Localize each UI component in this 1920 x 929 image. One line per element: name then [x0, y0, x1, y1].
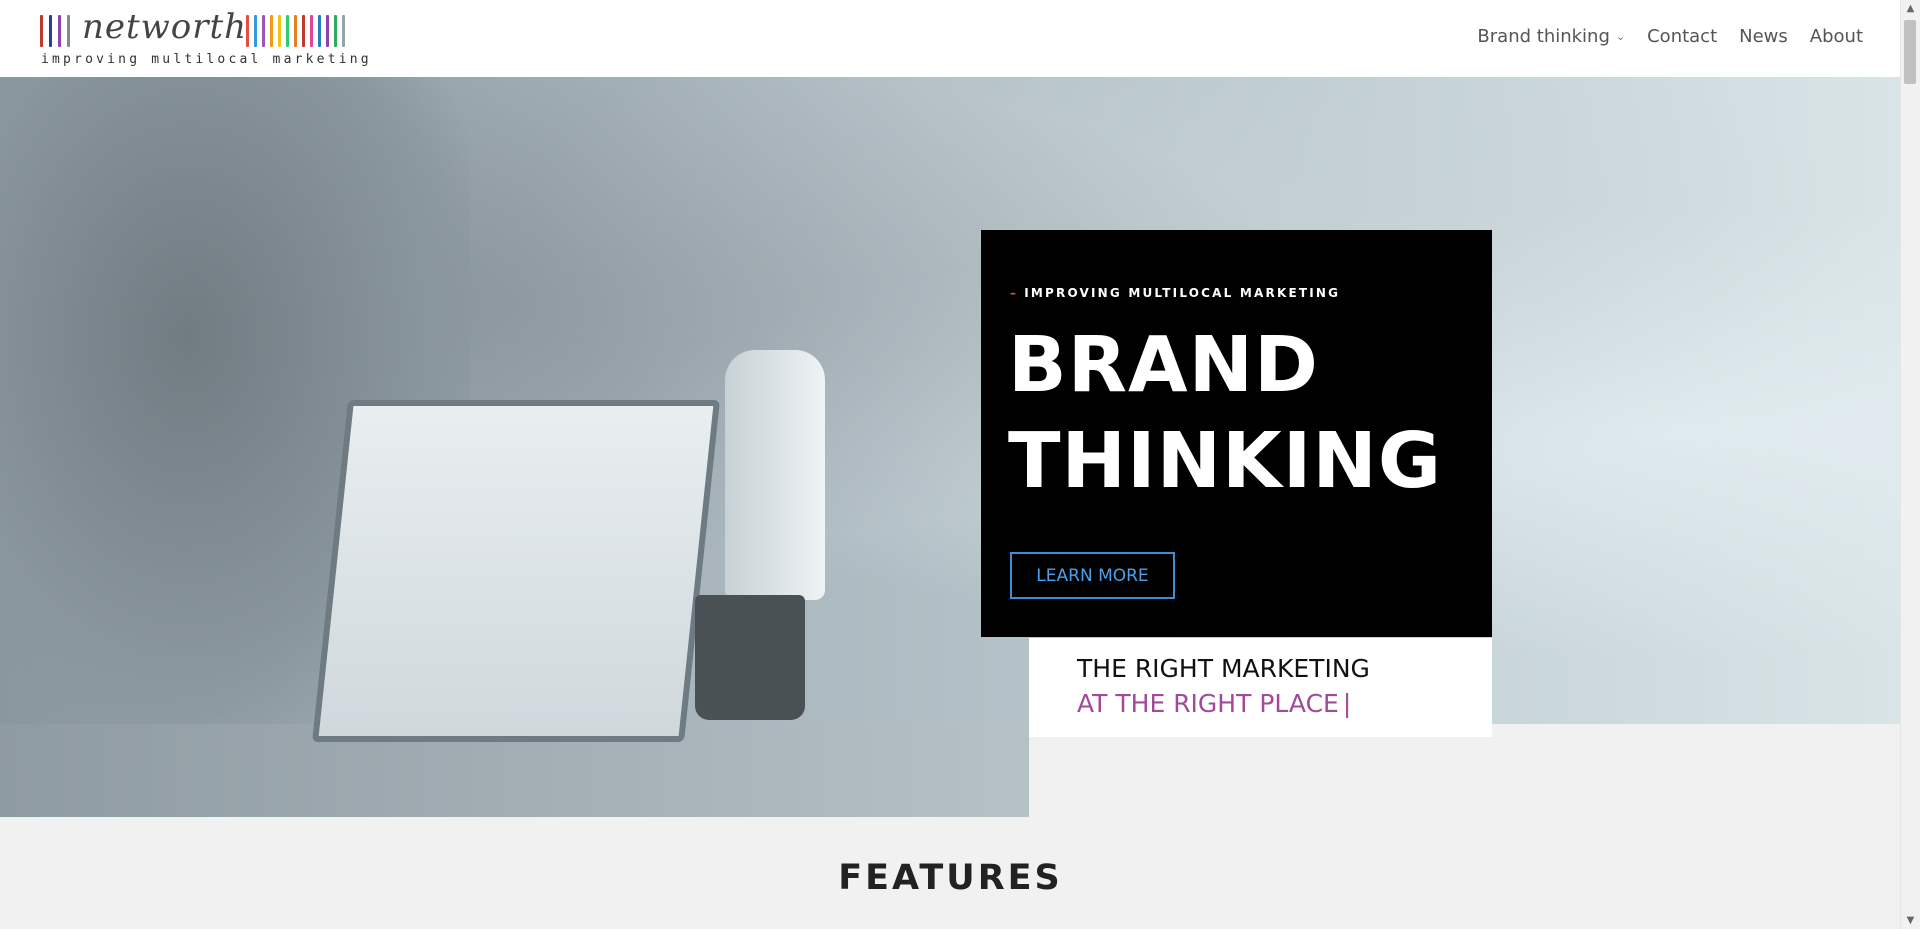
tagline-box: THE RIGHT MARKETING AT THE RIGHT PLACE | [1029, 638, 1492, 737]
logo-bar [326, 15, 329, 47]
logo-bar [278, 15, 281, 47]
tagline-line2-text: AT THE RIGHT PLACE [1077, 689, 1339, 718]
tagline-line1: THE RIGHT MARKETING [1077, 654, 1370, 683]
hero-laptop-image [312, 400, 720, 742]
logo-bar [286, 15, 289, 47]
site-header: networth improving multilocal marketing … [0, 0, 1901, 78]
nav-brand-thinking-label: Brand thinking [1477, 26, 1610, 47]
logo-bar [58, 15, 61, 47]
nav-contact[interactable]: Contact [1647, 26, 1717, 47]
chevron-down-icon: ⌄ [1615, 30, 1626, 43]
logo-bar [262, 15, 265, 47]
logo-bar [67, 15, 70, 47]
hero-card: – IMPROVING MULTILOCAL MARKETING BRAND TH… [981, 230, 1492, 637]
logo-bar [40, 15, 43, 47]
page-scrollbar[interactable]: ▲ ▼ [1900, 0, 1920, 929]
hero-title: BRAND THINKING [1008, 318, 1478, 510]
logo-bar [294, 15, 297, 47]
nav-news[interactable]: News [1739, 26, 1788, 47]
logo-bar [342, 15, 345, 47]
logo-bar [254, 15, 257, 47]
nav-brand-thinking[interactable]: Brand thinking ⌄ [1477, 26, 1625, 47]
main-nav: Brand thinking ⌄ Contact News About [1477, 26, 1863, 47]
hero-eyebrow-text: IMPROVING MULTILOCAL MARKETING [1024, 286, 1341, 300]
logo-tagline: improving multilocal marketing [41, 52, 372, 67]
scrollbar-thumb[interactable] [1904, 20, 1916, 84]
hero-title-line1: BRAND [1008, 321, 1319, 410]
learn-more-button[interactable]: LEARN MORE [1010, 552, 1175, 599]
logo-bar [270, 15, 273, 47]
hero-bottle-image [725, 350, 825, 600]
logo-wordmark: networth [82, 7, 248, 47]
logo-bar [318, 15, 321, 47]
logo-bar [49, 15, 52, 47]
hero-title-line2: THINKING [1008, 417, 1443, 506]
logo-bar [302, 15, 305, 47]
typing-cursor: | [1342, 689, 1352, 718]
tagline-line2: AT THE RIGHT PLACE | [1077, 689, 1351, 718]
nav-about[interactable]: About [1810, 26, 1863, 47]
logo-bar [334, 15, 337, 47]
scroll-down-arrow-icon[interactable]: ▼ [1901, 912, 1920, 929]
networth-logo[interactable]: networth improving multilocal marketing [40, 7, 380, 71]
features-heading: FEATURES [838, 858, 1063, 898]
scroll-up-arrow-icon[interactable]: ▲ [1901, 0, 1920, 17]
hero-mug-image [695, 595, 805, 720]
hero-eyebrow: – IMPROVING MULTILOCAL MARKETING [1010, 286, 1340, 300]
eyebrow-dash: – [1010, 286, 1019, 300]
logo-bar [310, 15, 313, 47]
